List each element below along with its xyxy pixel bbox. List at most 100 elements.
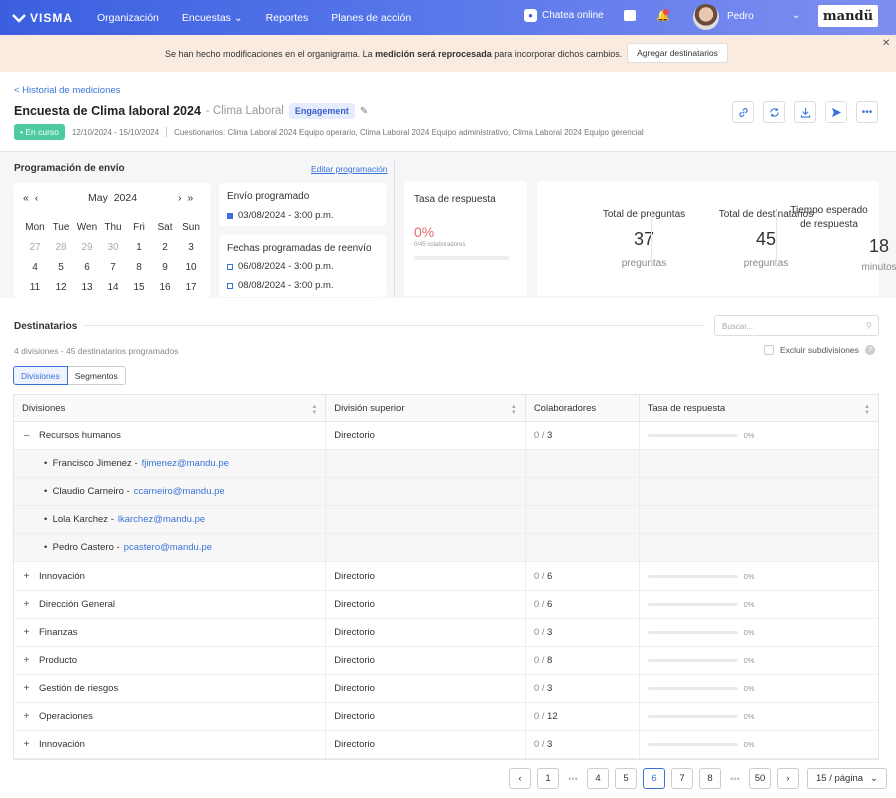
page-button[interactable]: 7 — [671, 768, 693, 789]
edit-pencil-icon[interactable]: ✎ — [360, 106, 368, 117]
calendar-day[interactable]: 7 — [100, 262, 126, 273]
expand-icon[interactable]: + — [22, 627, 31, 638]
gift-icon[interactable] — [624, 10, 636, 21]
member-email[interactable]: ccarneiro@mandu.pe — [134, 486, 225, 497]
user-menu-chevron-icon[interactable]: ⌄ — [792, 10, 800, 21]
back-link[interactable]: < Historial de mediciones — [14, 85, 120, 96]
page-button[interactable]: 4 — [587, 768, 609, 789]
destinatarios-summary: 4 divisiones - 45 destinatarios programa… — [14, 346, 179, 356]
calendar-day[interactable]: 10 — [178, 262, 204, 273]
page-button[interactable]: 50 — [749, 768, 771, 789]
page-button[interactable]: 1 — [537, 768, 559, 789]
add-recipients-button[interactable]: Agregar destinatarios — [627, 43, 728, 63]
member-email[interactable]: pcastero@mandu.pe — [124, 542, 212, 553]
page-button-current[interactable]: 6 — [643, 768, 665, 789]
response-pct: 0% — [743, 627, 755, 637]
double-chevron-left-icon[interactable]: « — [23, 192, 29, 204]
calendar-day[interactable]: 14 — [100, 282, 126, 293]
tab-divisiones[interactable]: Divisiones — [13, 366, 68, 385]
excluir-checkbox[interactable] — [764, 345, 774, 355]
chevron-left-icon[interactable]: ‹ — [35, 192, 39, 204]
calendar-day[interactable]: 11 — [22, 282, 48, 293]
column-header-divisiones[interactable]: Divisiones ▲ ▼ — [14, 395, 327, 421]
calendar-day[interactable]: 5 — [48, 262, 74, 273]
calendar-day[interactable]: 4 — [22, 262, 48, 273]
notification-badge — [663, 9, 669, 15]
ellipsis-icon[interactable]: ••• — [727, 774, 743, 784]
search-input[interactable]: Buscar... ⚲ — [714, 315, 879, 336]
panel-divider — [394, 160, 395, 300]
division-cell: + Producto — [14, 646, 327, 674]
page-button[interactable]: 8 — [699, 768, 721, 789]
expand-icon[interactable]: + — [22, 599, 31, 610]
next-page-chevron-right-icon[interactable]: › — [777, 768, 799, 789]
calendar-day[interactable]: 27 — [22, 242, 48, 253]
parent-division-cell: Directorio — [326, 562, 526, 590]
column-header-division-superior[interactable]: División superior ▲ ▼ — [326, 395, 526, 421]
response-pct: 0% — [743, 655, 755, 665]
download-icon[interactable] — [794, 101, 816, 123]
refresh-icon[interactable] — [763, 101, 785, 123]
member-cell: • Pedro Castero - pcastero@mandu.pe — [14, 534, 327, 562]
visma-logo[interactable]: VISMA — [12, 11, 74, 25]
response-pct: 0% — [743, 711, 755, 721]
double-chevron-right-icon[interactable]: » — [187, 192, 193, 204]
expand-icon[interactable]: + — [22, 655, 31, 666]
visma-logo-icon — [12, 13, 26, 23]
nav-reportes[interactable]: Reportes — [266, 12, 309, 24]
edit-programacion-link[interactable]: Editar programación — [311, 164, 388, 174]
chat-button[interactable]: ● Chatea online — [524, 9, 604, 22]
page-button[interactable]: 5 — [615, 768, 637, 789]
more-options-icon[interactable]: ••• — [856, 101, 878, 123]
tab-segmentos[interactable]: Segmentos — [67, 366, 126, 385]
calendar-day[interactable]: 15 — [126, 282, 152, 293]
calendar-day[interactable]: 9 — [152, 262, 178, 273]
sort-icon: ▲ ▼ — [510, 404, 517, 416]
ellipsis-icon[interactable]: ••• — [565, 774, 581, 784]
name-email-separator: - — [123, 486, 130, 498]
nav-organizacion[interactable]: Organización — [97, 12, 159, 24]
calendar-day[interactable]: 3 — [178, 242, 204, 253]
calendar-day[interactable]: 17 — [178, 282, 204, 293]
response-pct: 0% — [743, 571, 755, 581]
nav-planes-accion[interactable]: Planes de acción — [331, 12, 411, 24]
expand-icon[interactable]: + — [22, 571, 31, 582]
banner-text-bold: medición será reprocesada — [375, 49, 492, 59]
close-icon[interactable]: ✕ — [882, 38, 890, 49]
nav-encuestas[interactable]: Encuestas ⌄ — [182, 12, 243, 24]
chevron-right-icon[interactable]: › — [178, 192, 182, 204]
prev-page-chevron-left-icon[interactable]: ‹ — [509, 768, 531, 789]
page-subtitle: - Clima Laboral — [205, 105, 284, 117]
collapse-icon[interactable]: – — [22, 430, 31, 441]
name-email-separator: - — [108, 514, 114, 526]
help-icon[interactable]: ? — [864, 345, 875, 355]
member-email[interactable]: fjimenez@mandu.pe — [142, 458, 229, 469]
column-header-tasa[interactable]: Tasa de respuesta ▲ ▼ — [640, 395, 878, 421]
calendar-day[interactable]: 6 — [74, 262, 100, 273]
expand-icon[interactable]: + — [22, 711, 31, 722]
calendar-day[interactable]: 1 — [126, 242, 152, 253]
member-email[interactable]: lkarchez@mandu.pe — [118, 514, 205, 525]
calendar-day[interactable]: 2 — [152, 242, 178, 253]
envio-date-row: 03/08/2024 - 3:00 p.m. — [227, 210, 334, 221]
user-name[interactable]: Pedro — [727, 11, 754, 22]
expand-icon[interactable]: + — [22, 683, 31, 694]
calendar-day[interactable]: 28 — [48, 242, 74, 253]
calendar-day[interactable]: 12 — [48, 282, 74, 293]
per-page-select[interactable]: 15 / página ⌄ — [807, 768, 887, 789]
per-page-value: 15 / página — [816, 773, 864, 784]
column-header-colaboradores[interactable]: Colaboradores — [526, 395, 640, 421]
calendar-day[interactable]: 29 — [74, 242, 100, 253]
expand-icon[interactable]: + — [22, 739, 31, 750]
send-icon[interactable] — [825, 101, 847, 123]
calendar-day[interactable]: 8 — [126, 262, 152, 273]
calendar-day[interactable]: 30 — [100, 242, 126, 253]
engagement-tag: Engagement — [288, 103, 355, 119]
calendar-day[interactable]: 16 — [152, 282, 178, 293]
calendar-day[interactable]: 13 — [74, 282, 100, 293]
avatar[interactable] — [693, 4, 719, 30]
calendar-month-year[interactable]: May 2024 — [88, 192, 137, 204]
divisions-table: Divisiones ▲ ▼ División superior ▲ ▼ Colabor… — [13, 394, 879, 761]
link-icon[interactable] — [732, 101, 754, 123]
sort-icon: ▲ ▼ — [311, 404, 318, 416]
